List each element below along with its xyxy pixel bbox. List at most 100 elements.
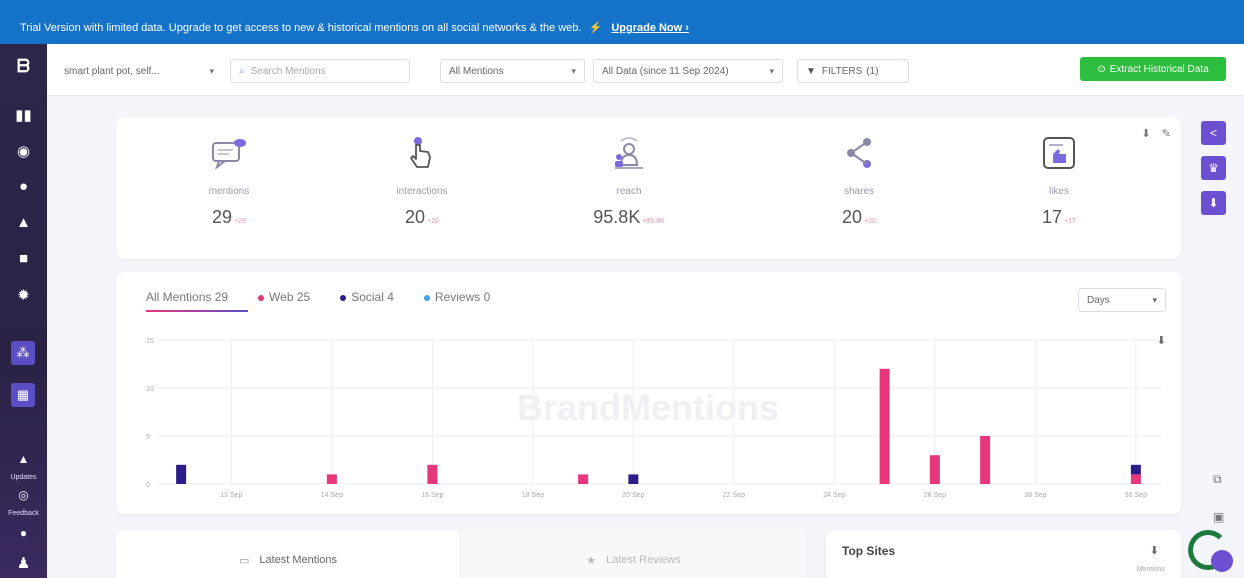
filters-count: (1) [866,65,879,77]
alerts-icon[interactable]: ▲ [0,214,47,231]
chevron-down-icon: ▾ [769,65,774,76]
mentions-icon [212,139,246,170]
tab-latest-mentions[interactable]: ▭ Latest Mentions [116,530,461,578]
mentions-bar-chart: BrandMentions 0 5 10 15 12 Sep 14 Sep 16 Sep 18 … [146,335,1166,499]
help-icon[interactable]: ● [0,526,47,540]
stat-value: 17 +17 [1042,207,1076,227]
shares-icon [847,138,871,168]
bar-web [427,464,438,484]
share-button[interactable]: < [1201,121,1226,145]
edit-icon[interactable]: ✎ [1162,128,1171,140]
stat-shares: shares 20 +20 [804,135,914,228]
top-sites-card: Top Sites ⬇ Mentions [826,530,1181,578]
trial-banner-text: Trial Version with limited data. Upgrade… [20,22,582,34]
stats-tools: ⬇ ✎ [1142,127,1172,140]
date-filter-select[interactable]: All Data (since 11 Sep 2024) ▾ [593,59,783,83]
account-icon[interactable]: ♟ [0,554,47,572]
image-report-icon[interactable]: ▦ [11,383,35,407]
bar-social [1130,464,1141,475]
stat-value: 29 +29 [212,207,246,227]
feedback-label[interactable]: Feedback [0,510,47,517]
network-icon[interactable]: ⁂ [11,341,35,365]
trial-banner: Trial Version with limited data. Upgrade… [0,0,1244,44]
x-tick-label: 22 Sep [723,492,745,499]
translate-icon[interactable]: ⧉ [1213,472,1222,487]
upgrade-now-link[interactable]: Upgrade Now › [611,22,689,34]
clock-icon: ⊙ [1097,63,1106,75]
stat-likes: likes 17 +17 [1004,135,1114,228]
settings-icon[interactable]: ✹ [0,286,47,304]
download-button[interactable]: ⬇ [1201,191,1226,215]
x-tick-label: 30 Sep [1125,492,1147,499]
premium-button[interactable]: ♛ [1201,156,1226,180]
latest-reviews-label: Latest Reviews [606,554,681,566]
y-tick-label: 10 [146,386,154,393]
stat-interactions: interactions 20 +20 [367,135,477,228]
download-icon: ⬇ [1208,196,1219,210]
reach-icon [615,137,643,169]
tab-latest-reviews[interactable]: ★ Latest Reviews [461,530,806,578]
date-filter-value: All Data (since 11 Sep 2024) [602,65,729,77]
project-select[interactable]: smart plant pot, self... ▾ [64,59,214,83]
y-tick-label: 15 [146,338,154,345]
download-icon[interactable]: ⬇ [1150,544,1159,557]
bar-web [980,436,991,484]
feedback-icon[interactable]: ◎ [0,488,47,502]
watermark-text: BrandMentions [517,387,779,428]
extract-historical-data-button[interactable]: ⊙ Extract Historical Data [1080,57,1226,81]
bar-web [1130,474,1141,484]
x-tick-label: 26 Sep [924,492,946,499]
star-icon: ★ [586,554,597,567]
chevron-down-icon: ▾ [209,65,214,76]
x-tick-label: 28 Sep [1024,492,1046,499]
interactions-icon [410,137,431,168]
sidebar: ᗷ ▮▮ ◉ ● ▲ ■ ✹ ⁂ ▦ ▲ Updates ◎ Feedback … [0,44,47,578]
chat-widget-button[interactable] [1211,550,1233,572]
top-sites-title: Top Sites [842,544,896,558]
user-icon[interactable]: ● [0,178,47,195]
bolt-icon: ⚡ [588,22,603,34]
stat-delta: +29 [234,218,246,225]
analytics-icon[interactable]: ▮▮ [0,106,47,124]
stat-reach: reach 95.8K +95.8K [574,135,684,228]
search-input[interactable]: ⌕ Search Mentions [230,59,410,83]
stat-mentions: mentions 29 +29 [174,135,284,228]
reports-icon[interactable]: ■ [0,250,47,267]
x-tick-label: 12 Sep [220,492,242,499]
updates-icon[interactable]: ▲ [0,452,47,466]
mentions-feed-icon[interactable]: ◉ [0,142,47,160]
stat-label: mentions [208,186,250,197]
toolbar: smart plant pot, self... ▾ ⌕ Search Ment… [47,44,1244,96]
download-icon[interactable]: ⬇ [1157,335,1166,347]
filters-label: FILTERS [821,65,863,77]
x-tick-label: 20 Sep [622,492,644,499]
bar-web [879,368,890,484]
caption-icon[interactable]: ▣ [1213,510,1224,524]
crown-icon: ♛ [1208,161,1219,175]
stat-label: likes [1048,186,1069,197]
stat-label: reach [616,186,642,197]
bar-web [326,474,337,484]
bar-web [578,474,589,484]
stat-label: interactions [396,186,448,197]
updates-label[interactable]: Updates [0,474,47,481]
stat-delta: +17 [1064,218,1076,225]
download-icon[interactable]: ⬇ [1142,128,1151,140]
bar-social [628,474,639,484]
stats-card: ⬇ ✎ mentions 29+29 interactions 20+20 [116,117,1181,259]
stat-value: 20 +20 [842,207,876,227]
extract-label: Extract Historical Data [1109,63,1209,75]
top-sites-subtitle: Mentions [1136,566,1165,573]
x-tick-label: 18 Sep [522,492,544,499]
chevron-down-icon: ▾ [571,65,576,76]
funnel-icon: ▼ [806,65,816,77]
chat-icon: ▭ [238,554,250,567]
mentions-filter-select[interactable]: All Mentions ▾ [440,59,585,83]
y-tick-label: 5 [146,434,150,441]
stat-delta: +20 [864,218,876,225]
stat-label: shares [843,186,874,197]
likes-icon [1043,137,1075,169]
bar-web [929,455,940,484]
filters-button[interactable]: ▼ FILTERS (1) [797,59,909,83]
brand-logo-icon[interactable]: ᗷ [0,56,47,77]
